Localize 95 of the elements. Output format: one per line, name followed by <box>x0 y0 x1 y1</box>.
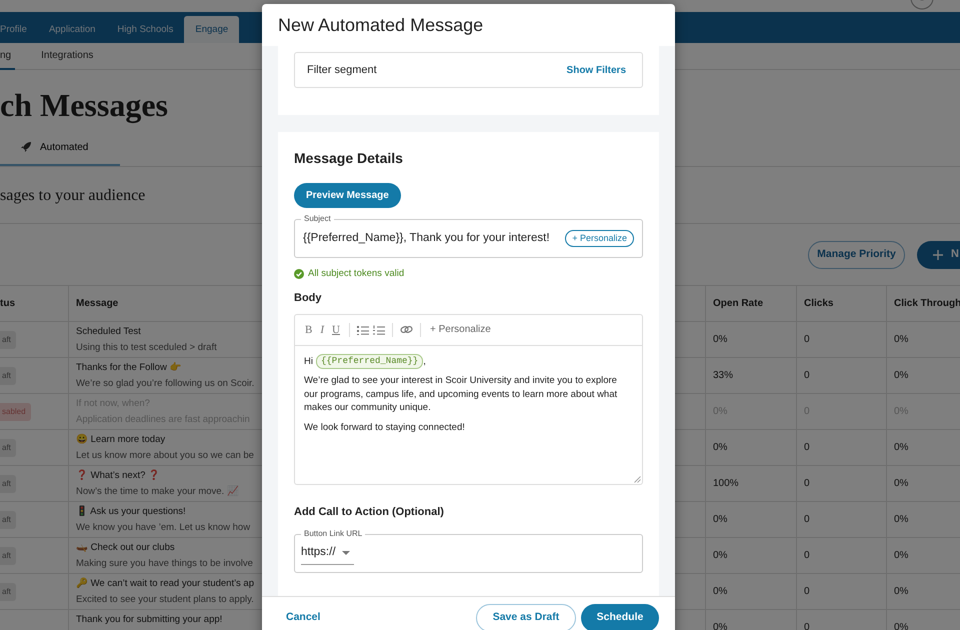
column-header: Open Rate <box>705 286 796 321</box>
link-icon[interactable] <box>400 325 413 334</box>
body-paragraph: We’re glad to see your interest in Scoir University and invite you to explore our programs, campus life, and upcoming events to learn more about what makes our community unique. <box>304 374 618 415</box>
new-message-button[interactable]: N <box>917 240 960 268</box>
nav-tab[interactable]: Application <box>38 16 106 43</box>
message-title: 🔑 We can’t wait to read your student’s ap <box>76 578 254 590</box>
page-title: ch Messages <box>0 86 168 126</box>
rocket-icon <box>20 141 32 153</box>
table-cell: 33% <box>705 358 796 393</box>
message-title: ❓ What’s next? ❓ <box>76 470 160 482</box>
modal-title: New Automated Message <box>277 14 484 37</box>
comma-text: , <box>423 354 426 368</box>
table-cell: 0% <box>705 538 796 573</box>
message-preview: Making sure you have things to be involve <box>76 558 253 570</box>
message-title: Thank you for submitting your app! <box>76 614 222 626</box>
show-filters-link[interactable]: Show Filters <box>566 62 626 78</box>
page-subtitle: sages to your audience <box>0 186 146 206</box>
message-title: 🚦 Ask us your questions! <box>76 506 186 518</box>
manage-priority-button[interactable]: Manage Priority <box>808 240 905 268</box>
table-cell: 0% <box>705 574 796 609</box>
table-cell: 0% <box>886 574 960 609</box>
greeting-text: Hi <box>304 354 313 368</box>
sub-tab[interactable]: Integrations <box>41 43 98 70</box>
column-header: tus <box>0 297 16 311</box>
personalize-button[interactable]: + Personalize <box>565 230 634 248</box>
bulleted-list-icon[interactable] <box>356 324 369 335</box>
preview-message-button[interactable]: Preview Message <box>294 182 401 208</box>
table-cell: 0% <box>886 466 960 501</box>
table-cell: 0 <box>796 322 886 357</box>
resize-grip-icon <box>634 476 641 483</box>
nav-tab[interactable]: Engage <box>184 16 240 43</box>
message-title: Thanks for the Follow 👉 <box>76 362 182 374</box>
filter-label: Filter segment <box>307 62 377 78</box>
sub-tab[interactable]: ng <box>0 43 16 70</box>
table-cell: 0 <box>796 538 886 573</box>
message-preview: Using this to test sceduled > draft <box>76 342 217 354</box>
table-cell: 0% <box>705 322 796 357</box>
caret-icon <box>342 551 350 556</box>
message-title: Scheduled Test <box>76 326 141 338</box>
table-cell: 0 <box>796 502 886 537</box>
column-header: Clicks <box>796 286 886 321</box>
table-cell: 0% <box>705 430 796 465</box>
status-badge: aft <box>0 546 16 564</box>
status-badge: aft <box>0 330 16 348</box>
body-label: Body <box>294 291 322 306</box>
status-badge: aft <box>0 366 16 384</box>
body-paragraph: We look forward to staying connected! <box>304 420 466 434</box>
validation-message: All subject tokens valid <box>308 266 404 281</box>
schedule-button[interactable]: Schedule <box>581 604 659 630</box>
table-cell: 0% <box>886 358 960 393</box>
table-cell: 0 <box>796 358 886 393</box>
body-editor[interactable] <box>294 314 643 485</box>
message-title: 🛶 Check out our clubs <box>76 542 175 554</box>
plus-icon <box>933 250 943 260</box>
section-heading: Add Call to Action (Optional) <box>294 504 445 520</box>
nav-tab[interactable]: High Schools <box>106 16 184 43</box>
subject-text: {{Preferred_Name}}, Thank you for your interest! <box>303 230 550 246</box>
check-circle-icon <box>294 268 304 279</box>
nav-tab[interactable]: Profile <box>0 16 38 43</box>
status-badge: aft <box>0 510 16 528</box>
table-cell: 0 <box>796 466 886 501</box>
avatar-icon <box>910 0 934 10</box>
table-cell: 0% <box>886 322 960 357</box>
message-preview: Let us know more about you so we can be <box>76 450 254 462</box>
field-label: Subject <box>301 214 334 224</box>
message-preview: Now’s the time to make your move. 📈 <box>76 486 239 498</box>
section-heading: Message Details <box>294 150 404 167</box>
message-tab[interactable]: Automated <box>0 130 120 166</box>
table-cell: 0% <box>886 430 960 465</box>
table-cell: 0 <box>796 610 886 630</box>
save-draft-button[interactable]: Save as Draft <box>476 604 576 630</box>
table-cell: 0% <box>886 610 960 630</box>
message-title: 😀 Learn more today <box>76 434 166 446</box>
underline-button[interactable]: U <box>330 324 342 336</box>
status-badge: aft <box>0 438 16 456</box>
table-cell: 0% <box>705 502 796 537</box>
table-cell: 100% <box>705 466 796 501</box>
status-badge: aft <box>0 582 16 600</box>
message-preview: We’re so glad you’re following us on Scoir. <box>76 378 254 390</box>
status-badge: aft <box>0 474 16 492</box>
field-label: Button Link URL <box>301 529 366 540</box>
table-cell: 0% <box>886 538 960 573</box>
personalize-button[interactable]: + Personalize <box>428 322 493 338</box>
italic-button[interactable]: I <box>318 324 326 336</box>
numbered-list-icon[interactable] <box>372 324 385 335</box>
token-chip: {{Preferred_Name}} <box>316 354 424 370</box>
table-cell: 0% <box>886 502 960 537</box>
cancel-button[interactable]: Cancel <box>286 610 320 626</box>
bold-button[interactable]: B <box>303 324 314 336</box>
table-cell: 0% <box>705 610 796 630</box>
message-preview: Excited to see your student plans to apply. <box>76 594 254 606</box>
table-cell: 0 <box>796 430 886 465</box>
protocol-select[interactable]: https:// <box>301 542 354 565</box>
table-cell: 0 <box>796 574 886 609</box>
message-preview: We know you have ’em. Let us know how <box>76 522 250 534</box>
